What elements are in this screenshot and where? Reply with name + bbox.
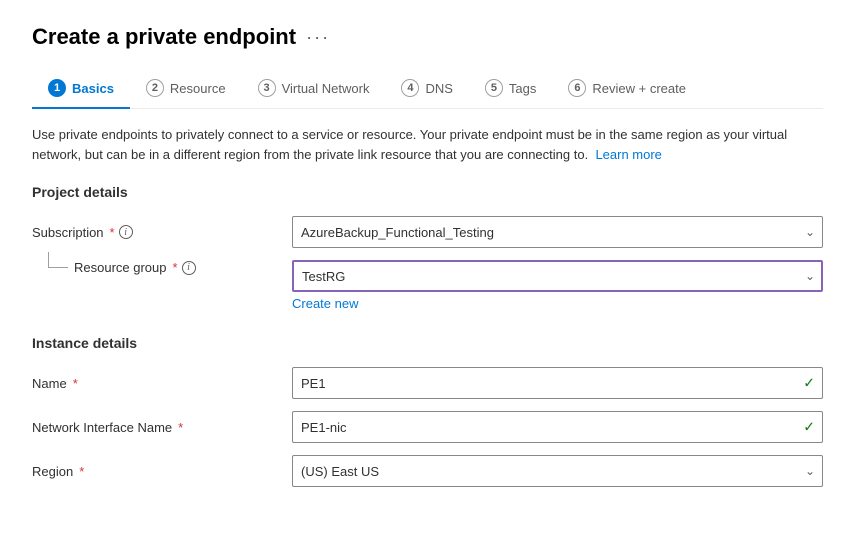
subscription-control: AzureBackup_Functional_Testing ⌄: [292, 216, 823, 248]
tab-label-dns: DNS: [425, 81, 452, 96]
tab-step-circle-dns: 4: [401, 79, 419, 97]
name-required: *: [73, 376, 78, 391]
instance-details-section: Instance details Name * ✓ Network Interf…: [32, 335, 823, 487]
resource-group-info-icon[interactable]: i: [182, 261, 196, 275]
tab-step-circle-basics: 1: [48, 79, 66, 97]
network-interface-name-control: ✓: [292, 411, 823, 443]
tab-label-basics: Basics: [72, 81, 114, 96]
subscription-dropdown[interactable]: AzureBackup_Functional_Testing: [292, 216, 823, 248]
tab-label-tags: Tags: [509, 81, 536, 96]
name-input[interactable]: [292, 367, 823, 399]
resource-group-control: TestRG ⌄: [292, 260, 823, 292]
region-dropdown[interactable]: (US) East US(US) East US 2(US) West US(U…: [292, 455, 823, 487]
wizard-tab-resource[interactable]: 2 Resource: [130, 71, 242, 109]
resource-group-label: Resource group * i: [74, 260, 196, 275]
tab-label-resource: Resource: [170, 81, 226, 96]
project-details-section: Project details Subscription * i AzureBa…: [32, 184, 823, 311]
description-text: Use private endpoints to privately conne…: [32, 125, 823, 164]
name-row: Name * ✓: [32, 367, 823, 399]
wizard-tab-tags[interactable]: 5 Tags: [469, 71, 552, 109]
network-interface-name-label: Network Interface Name *: [32, 420, 292, 435]
region-label: Region *: [32, 464, 292, 479]
create-new-link[interactable]: Create new: [292, 296, 823, 311]
tab-label-virtual-network: Virtual Network: [282, 81, 370, 96]
tab-step-circle-resource: 2: [146, 79, 164, 97]
region-control: (US) East US(US) East US 2(US) West US(U…: [292, 455, 823, 487]
wizard-tab-virtual-network[interactable]: 3 Virtual Network: [242, 71, 386, 109]
instance-details-header: Instance details: [32, 335, 823, 351]
wizard-tab-review-create[interactable]: 6 Review + create: [552, 71, 702, 109]
subscription-label: Subscription * i: [32, 225, 292, 240]
wizard-tab-basics[interactable]: 1 Basics: [32, 71, 130, 109]
name-label: Name *: [32, 376, 292, 391]
tab-step-circle-virtual-network: 3: [258, 79, 276, 97]
subscription-required: *: [110, 225, 115, 240]
wizard-tab-dns[interactable]: 4 DNS: [385, 71, 468, 109]
network-interface-name-input[interactable]: [292, 411, 823, 443]
tab-step-circle-tags: 5: [485, 79, 503, 97]
resource-group-required: *: [173, 260, 178, 275]
more-options-icon[interactable]: ···: [306, 27, 330, 48]
tab-step-circle-review-create: 6: [568, 79, 586, 97]
subscription-info-icon[interactable]: i: [119, 225, 133, 239]
learn-more-link[interactable]: Learn more: [595, 147, 661, 162]
project-details-header: Project details: [32, 184, 823, 200]
network-interface-name-row: Network Interface Name * ✓: [32, 411, 823, 443]
tab-label-review-create: Review + create: [592, 81, 686, 96]
region-row: Region * (US) East US(US) East US 2(US) …: [32, 455, 823, 487]
resource-group-dropdown[interactable]: TestRG: [292, 260, 823, 292]
name-control: ✓: [292, 367, 823, 399]
page-title: Create a private endpoint: [32, 24, 296, 50]
subscription-row: Subscription * i AzureBackup_Functional_…: [32, 216, 823, 248]
network-interface-name-required: *: [178, 420, 183, 435]
wizard-tabs: 1 Basics 2 Resource 3 Virtual Network 4 …: [32, 70, 823, 109]
region-required: *: [79, 464, 84, 479]
